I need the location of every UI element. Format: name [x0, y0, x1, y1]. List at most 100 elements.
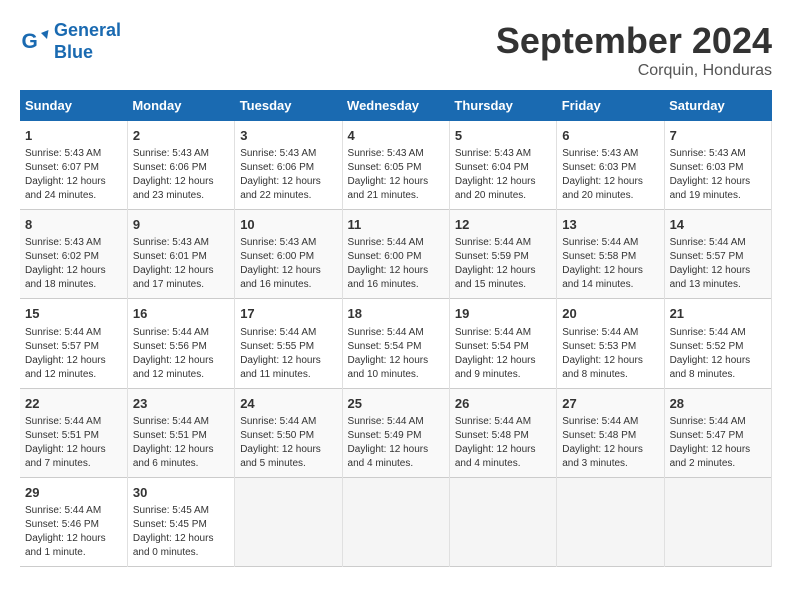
day-number: 17 — [240, 305, 336, 323]
day-number: 27 — [562, 395, 658, 413]
day-info: Sunrise: 5:44 AM Sunset: 6:00 PM Dayligh… — [348, 236, 444, 292]
day-number: 5 — [455, 127, 551, 145]
month-title: September 2024 — [496, 20, 772, 62]
day-cell: 8 Sunrise: 5:43 AM Sunset: 6:02 PM Daylig… — [20, 210, 127, 299]
header-sunday: Sunday — [20, 90, 127, 121]
day-info: Sunrise: 5:44 AM Sunset: 5:54 PM Dayligh… — [455, 326, 551, 382]
day-info: Sunrise: 5:44 AM Sunset: 5:49 PM Dayligh… — [348, 415, 444, 471]
day-info: Sunrise: 5:44 AM Sunset: 5:47 PM Dayligh… — [670, 415, 766, 471]
day-cell: 23 Sunrise: 5:44 AM Sunset: 5:51 PM Dayli… — [127, 388, 234, 477]
day-number: 15 — [25, 305, 122, 323]
day-cell: 16Sunrise: 5:44 AM Sunset: 5:56 PM Dayli… — [127, 299, 234, 388]
day-number: 20 — [562, 305, 658, 323]
day-cell: 9 Sunrise: 5:43 AM Sunset: 6:01 PM Daylig… — [127, 210, 234, 299]
day-number: 22 — [25, 395, 122, 413]
day-number: 8 — [25, 216, 122, 234]
svg-text:G: G — [22, 30, 38, 53]
day-number: 11 — [348, 216, 444, 234]
day-info: Sunrise: 5:44 AM Sunset: 5:53 PM Dayligh… — [562, 326, 658, 382]
day-cell: 3 Sunrise: 5:43 AM Sunset: 6:06 PM Daylig… — [235, 121, 342, 210]
day-number: 7 — [670, 127, 766, 145]
week-row-4: 22 Sunrise: 5:44 AM Sunset: 5:51 PM Dayli… — [20, 388, 772, 477]
day-number: 9 — [133, 216, 229, 234]
day-cell: 29 Sunrise: 5:44 AM Sunset: 5:46 PM Dayli… — [20, 477, 127, 566]
header-tuesday: Tuesday — [235, 90, 342, 121]
page-header: G General Blue September 2024 Corquin, H… — [20, 20, 772, 80]
day-info: Sunrise: 5:45 AM Sunset: 5:45 PM Dayligh… — [133, 504, 229, 560]
week-row-3: 15Sunrise: 5:44 AM Sunset: 5:57 PM Dayli… — [20, 299, 772, 388]
logo-icon: G — [20, 27, 50, 57]
logo-line1: General — [54, 20, 121, 40]
day-cell: 12 Sunrise: 5:44 AM Sunset: 5:59 PM Dayli… — [449, 210, 556, 299]
day-cell: 26 Sunrise: 5:44 AM Sunset: 5:48 PM Dayli… — [449, 388, 556, 477]
day-cell: 17Sunrise: 5:44 AM Sunset: 5:55 PM Dayli… — [235, 299, 342, 388]
day-info: Sunrise: 5:44 AM Sunset: 5:51 PM Dayligh… — [25, 415, 122, 471]
day-info: Sunrise: 5:44 AM Sunset: 5:48 PM Dayligh… — [455, 415, 551, 471]
day-info: Sunrise: 5:43 AM Sunset: 6:03 PM Dayligh… — [670, 147, 766, 203]
day-number: 26 — [455, 395, 551, 413]
day-info: Sunrise: 5:44 AM Sunset: 5:50 PM Dayligh… — [240, 415, 336, 471]
day-cell: 20 Sunrise: 5:44 AM Sunset: 5:53 PM Dayli… — [557, 299, 664, 388]
week-row-2: 8 Sunrise: 5:43 AM Sunset: 6:02 PM Daylig… — [20, 210, 772, 299]
day-info: Sunrise: 5:43 AM Sunset: 6:01 PM Dayligh… — [133, 236, 229, 292]
day-info: Sunrise: 5:43 AM Sunset: 6:02 PM Dayligh… — [25, 236, 122, 292]
logo: G General Blue — [20, 20, 121, 63]
day-cell — [235, 477, 342, 566]
day-number: 21 — [670, 305, 766, 323]
day-number: 25 — [348, 395, 444, 413]
day-number: 18 — [348, 305, 444, 323]
day-info: Sunrise: 5:43 AM Sunset: 6:00 PM Dayligh… — [240, 236, 336, 292]
day-cell: 24 Sunrise: 5:44 AM Sunset: 5:50 PM Dayli… — [235, 388, 342, 477]
day-number: 13 — [562, 216, 658, 234]
day-info: Sunrise: 5:44 AM Sunset: 5:59 PM Dayligh… — [455, 236, 551, 292]
header-saturday: Saturday — [664, 90, 771, 121]
day-cell: 22 Sunrise: 5:44 AM Sunset: 5:51 PM Dayli… — [20, 388, 127, 477]
day-info: Sunrise: 5:43 AM Sunset: 6:06 PM Dayligh… — [133, 147, 229, 203]
day-info: Sunrise: 5:43 AM Sunset: 6:04 PM Dayligh… — [455, 147, 551, 203]
day-info: Sunrise: 5:44 AM Sunset: 5:52 PM Dayligh… — [670, 326, 766, 382]
day-number: 14 — [670, 216, 766, 234]
day-cell: 2 Sunrise: 5:43 AM Sunset: 6:06 PM Daylig… — [127, 121, 234, 210]
title-block: September 2024 Corquin, Honduras — [496, 20, 772, 80]
logo-line2: Blue — [54, 42, 93, 62]
day-info: Sunrise: 5:44 AM Sunset: 5:46 PM Dayligh… — [25, 504, 122, 560]
day-info: Sunrise: 5:43 AM Sunset: 6:07 PM Dayligh… — [25, 147, 122, 203]
day-cell: 25 Sunrise: 5:44 AM Sunset: 5:49 PM Dayli… — [342, 388, 449, 477]
location-subtitle: Corquin, Honduras — [496, 62, 772, 80]
day-cell: 28 Sunrise: 5:44 AM Sunset: 5:47 PM Dayli… — [664, 388, 771, 477]
day-number: 1 — [25, 127, 122, 145]
day-info: Sunrise: 5:44 AM Sunset: 5:56 PM Dayligh… — [133, 326, 229, 382]
day-number: 24 — [240, 395, 336, 413]
week-row-1: 1 Sunrise: 5:43 AM Sunset: 6:07 PM Daylig… — [20, 121, 772, 210]
day-number: 10 — [240, 216, 336, 234]
day-number: 6 — [562, 127, 658, 145]
day-number: 30 — [133, 484, 229, 502]
day-number: 12 — [455, 216, 551, 234]
day-info: Sunrise: 5:44 AM Sunset: 5:58 PM Dayligh… — [562, 236, 658, 292]
day-info: Sunrise: 5:44 AM Sunset: 5:57 PM Dayligh… — [670, 236, 766, 292]
day-number: 3 — [240, 127, 336, 145]
day-cell — [449, 477, 556, 566]
day-cell: 13 Sunrise: 5:44 AM Sunset: 5:58 PM Dayli… — [557, 210, 664, 299]
day-number: 28 — [670, 395, 766, 413]
day-number: 23 — [133, 395, 229, 413]
day-number: 29 — [25, 484, 122, 502]
calendar-header-row: SundayMondayTuesdayWednesdayThursdayFrid… — [20, 90, 772, 121]
header-friday: Friday — [557, 90, 664, 121]
day-cell: 14 Sunrise: 5:44 AM Sunset: 5:57 PM Dayli… — [664, 210, 771, 299]
day-number: 4 — [348, 127, 444, 145]
day-info: Sunrise: 5:43 AM Sunset: 6:06 PM Dayligh… — [240, 147, 336, 203]
week-row-5: 29 Sunrise: 5:44 AM Sunset: 5:46 PM Dayli… — [20, 477, 772, 566]
day-cell — [557, 477, 664, 566]
day-info: Sunrise: 5:44 AM Sunset: 5:51 PM Dayligh… — [133, 415, 229, 471]
day-cell: 1 Sunrise: 5:43 AM Sunset: 6:07 PM Daylig… — [20, 121, 127, 210]
header-thursday: Thursday — [449, 90, 556, 121]
day-cell: 7 Sunrise: 5:43 AM Sunset: 6:03 PM Daylig… — [664, 121, 771, 210]
day-cell: 15Sunrise: 5:44 AM Sunset: 5:57 PM Dayli… — [20, 299, 127, 388]
calendar-table: SundayMondayTuesdayWednesdayThursdayFrid… — [20, 90, 772, 567]
day-cell: 10 Sunrise: 5:43 AM Sunset: 6:00 PM Dayli… — [235, 210, 342, 299]
day-cell: 11 Sunrise: 5:44 AM Sunset: 6:00 PM Dayli… — [342, 210, 449, 299]
day-cell: 27Sunrise: 5:44 AM Sunset: 5:48 PM Dayli… — [557, 388, 664, 477]
day-info: Sunrise: 5:44 AM Sunset: 5:54 PM Dayligh… — [348, 326, 444, 382]
day-number: 2 — [133, 127, 229, 145]
